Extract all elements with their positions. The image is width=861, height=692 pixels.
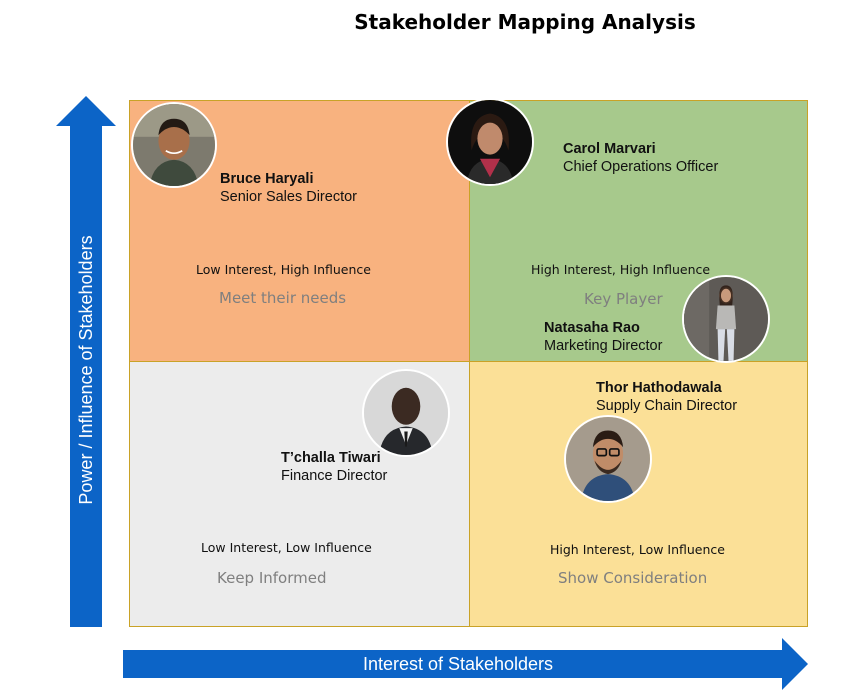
stakeholder-name: Natasaha Rao	[544, 320, 640, 336]
avatar-thor-hathodawala	[564, 415, 652, 503]
avatar-carol-marvari	[446, 98, 534, 186]
quadrant-strategy-label: Meet their needs	[219, 289, 347, 307]
quadrant-strategy-label: Show Consideration	[558, 569, 708, 587]
stakeholder-name: Carol Marvari	[563, 141, 656, 157]
quadrant-strategy-label: Keep Informed	[217, 569, 327, 587]
y-axis-label: Power / Influence of Stakeholders	[76, 235, 96, 505]
quadrant-category-label: High Interest, High Influence	[531, 262, 711, 277]
stakeholder-role: Senior Sales Director	[220, 189, 357, 205]
quadrant-category-label: High Interest, Low Influence	[550, 542, 725, 557]
person-photo-icon	[133, 104, 215, 186]
quadrant-category-label: Low Interest, Low Influence	[201, 540, 372, 555]
person-photo-icon	[364, 371, 448, 455]
person-photo-icon	[448, 100, 532, 184]
stakeholder-role: Finance Director	[281, 468, 388, 484]
person-photo-icon	[566, 417, 650, 501]
quadrant-strategy-label: Key Player	[584, 290, 663, 308]
diagram-title: Stakeholder Mapping Analysis	[354, 10, 696, 34]
quadrant-category-label: Low Interest, High Influence	[196, 262, 371, 277]
stakeholder-role: Chief Operations Officer	[563, 159, 719, 175]
x-axis-label: Interest of Stakeholders	[362, 654, 554, 674]
person-photo-icon	[684, 277, 768, 361]
avatar-bruce-haryali	[131, 102, 217, 188]
stakeholder-name: T’challa Tiwari	[281, 450, 381, 466]
avatar-tchalla-tiwari	[362, 369, 450, 457]
stakeholder-name: Bruce Haryali	[220, 171, 314, 187]
avatar-natasaha-rao	[682, 275, 770, 363]
stakeholder-role: Marketing Director	[544, 338, 663, 354]
stakeholder-name: Thor Hathodawala	[596, 380, 722, 396]
stakeholder-role: Supply Chain Director	[596, 398, 738, 414]
